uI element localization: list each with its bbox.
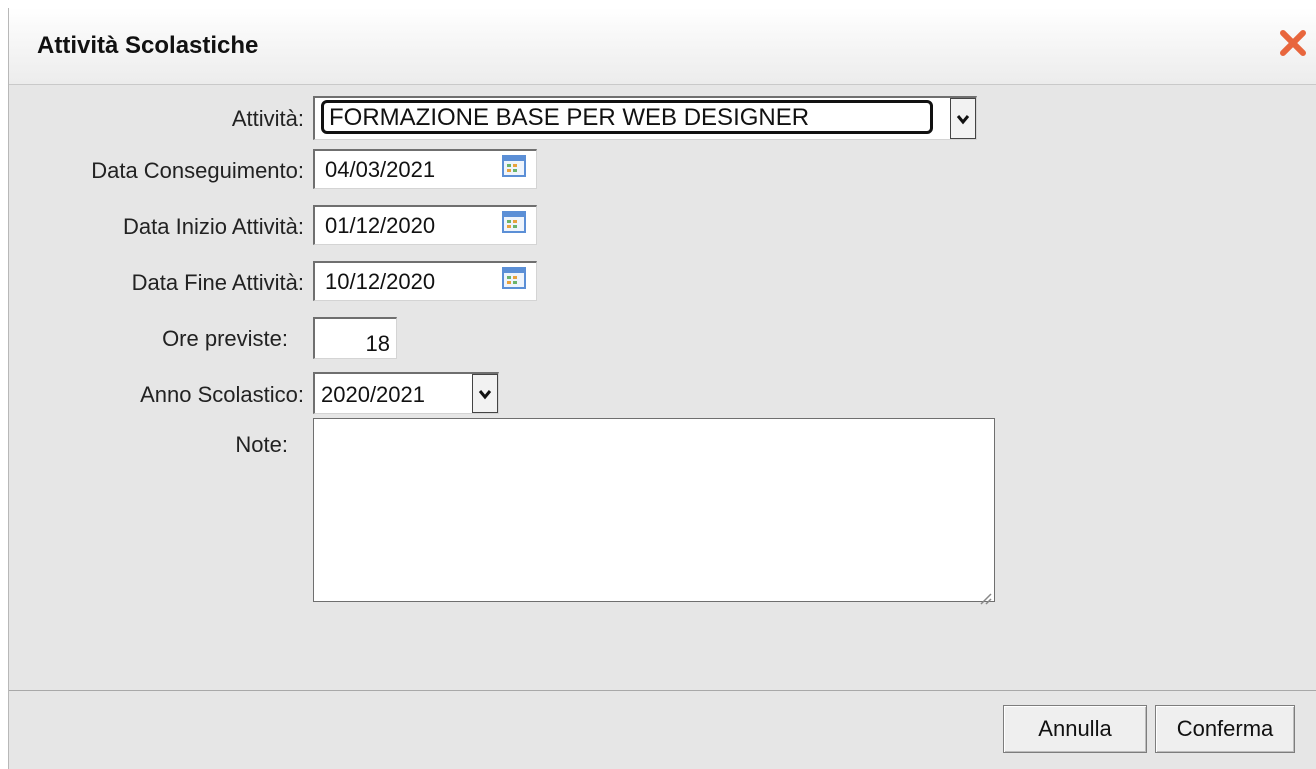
anno-scolastico-value: 2020/2021 [321, 382, 425, 407]
dialog-footer: Annulla Conferma [9, 690, 1316, 769]
data-conseguimento-value: 04/03/2021 [325, 157, 436, 182]
data-inizio-value: 01/12/2020 [325, 213, 436, 238]
data-fine-value: 10/12/2020 [325, 269, 436, 294]
calendar-icon[interactable] [502, 211, 526, 233]
chevron-down-icon[interactable] [472, 374, 498, 413]
resize-handle-icon[interactable] [978, 585, 992, 605]
data-inizio-label: Data Inizio Attività: [123, 214, 304, 239]
data-conseguimento-label: Data Conseguimento: [91, 158, 304, 183]
ore-previste-label: Ore previste: [162, 326, 288, 351]
attivita-value: FORMAZIONE BASE PER WEB DESIGNER [329, 104, 810, 131]
ore-previste-field[interactable]: 18 [313, 317, 397, 359]
calendar-icon[interactable] [502, 155, 526, 177]
ore-previste-value: 18 [365, 331, 390, 356]
note-textarea[interactable] [313, 418, 995, 605]
calendar-icon[interactable] [502, 267, 526, 289]
confirm-button[interactable]: Conferma [1155, 705, 1295, 753]
close-icon[interactable] [1278, 28, 1308, 58]
attivita-label: Attività: [231, 106, 304, 131]
activity-dialog: Attività Scolastiche Attività: FORMAZION… [8, 8, 1316, 769]
anno-scolastico-label: Anno Scolastico: [140, 382, 304, 407]
data-conseguimento-field[interactable]: 04/03/2021 [313, 149, 537, 189]
cancel-button[interactable]: Annulla [1003, 705, 1147, 753]
data-fine-field[interactable]: 10/12/2020 [313, 261, 537, 301]
data-fine-label: Data Fine Attività: [131, 270, 304, 295]
data-inizio-field[interactable]: 01/12/2020 [313, 205, 537, 245]
note-label: Note: [235, 432, 288, 457]
dialog-title: Attività Scolastiche [37, 32, 259, 59]
anno-scolastico-select[interactable]: 2020/2021 [313, 372, 499, 414]
attivita-select[interactable]: FORMAZIONE BASE PER WEB DESIGNER [313, 96, 977, 140]
dialog-titlebar: Attività Scolastiche [9, 8, 1316, 85]
chevron-down-icon[interactable] [950, 98, 976, 139]
